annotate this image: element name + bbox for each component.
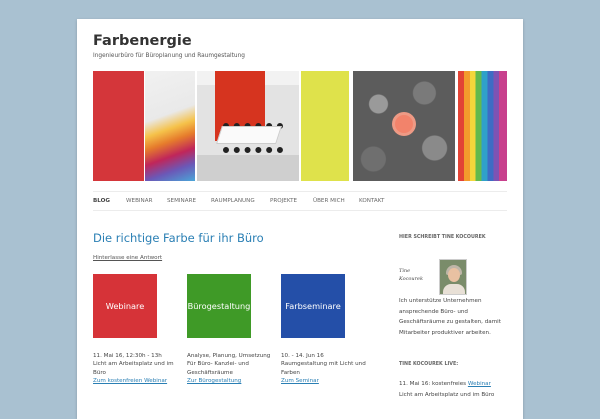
buerogestaltung-tile[interactable]: Bürogestaltung [187,274,251,338]
webinare-text-2: Büro [93,369,106,376]
nav-item-kontakt[interactable]: KONTAKT [359,198,384,204]
signature-line-1: Tine [399,268,411,274]
sidebar-live-text: 11. Mai 16: kostenfreies Webinar Licht a… [399,379,509,400]
buerogestaltung-description: Analyse, Planung, Umsetzung Für Büro- Ka… [187,352,279,386]
webinare-tile[interactable]: Webinare [93,274,157,338]
farbseminare-date: 10. - 14. Jun 16 [281,353,324,359]
banner-rainbow-wood-image [458,71,507,181]
signature-image: Tine Kocourek [399,259,435,295]
live-line-1-text: 11. Mai 16: kostenfreies [399,381,467,387]
farbseminare-description: 10. - 14. Jun 16 Raumgestaltung mit Lich… [281,352,373,386]
farbseminare-text-2: Farben [281,369,300,376]
author-photo [439,259,467,295]
banner-meeting-room-image [197,71,299,181]
nav-item-raumplanung[interactable]: RAUMPLANUNG [211,198,255,204]
buerogestaltung-text-3: Geschäftsräume [187,369,233,376]
banner-yellow-panel [301,71,349,181]
nav-item-webinar[interactable]: WEBINAR [126,198,152,204]
webinar-link[interactable]: Webinar [468,381,491,387]
webinare-date: 11. Mai 16, 12:30h - 13h [93,353,162,359]
farbseminare-tile[interactable]: Farbseminare [281,274,345,338]
sidebar-heading-live: TINE KOCOUREK LIVE: [399,362,459,367]
nav-item-projekte[interactable]: PROJEKTE [270,198,297,204]
main-navigation: BLOG WEBINAR SEMINARE RAUMPLANUNG PROJEK… [93,191,507,211]
webinare-description: 11. Mai 16, 12:30h - 13h Licht am Arbeit… [93,352,185,386]
about-line: ansprechende Büro- und [399,308,468,315]
sidebar-heading-author: HIER SCHREIBT TINE KOCOUREK [399,235,486,240]
buerogestaltung-text: Analyse, Planung, Umsetzung [187,353,271,359]
header-banner [93,71,507,181]
about-line: Ich unterstütze Unternehmen [399,298,482,304]
nav-item-seminare[interactable]: SEMINARE [167,198,196,204]
farbseminare-text: Raumgestaltung mit Licht und [281,361,366,368]
site-title[interactable]: Farbenergie [93,33,192,49]
farbseminare-tile-label: Farbseminare [285,301,341,311]
about-line: Mitarbeiter produktiver arbeiten. [399,329,491,336]
banner-color-swatches-image [145,71,195,181]
nav-item-ueber-mich[interactable]: ÜBER MICH [313,198,345,204]
signature-line-2: Kocourek [399,276,424,282]
buerogestaltung-link[interactable]: Zur Bürogestaltung [187,377,279,385]
buerogestaltung-tile-label: Bürogestaltung [187,301,251,311]
buerogestaltung-text-2: Für Büro- Kanzlei- und [187,361,249,368]
webinare-link[interactable]: Zum kostenfreien Webinar [93,377,185,385]
post-title[interactable]: Die richtige Farbe für ihr Büro [93,231,264,245]
site-tagline: Ingenieurbüro für Büroplanung und Raumge… [93,53,245,59]
webinare-tile-label: Webinare [105,301,145,311]
sidebar-about-text: Ich unterstütze Unternehmen ansprechende… [399,296,509,338]
banner-stones-flower-image [353,71,455,181]
live-line-1: 11. Mai 16: kostenfreies Webinar [399,379,509,390]
reply-link[interactable]: Hinterlasse eine Antwort [93,255,162,261]
live-line-2: Licht am Arbeitsplatz und im Büro [399,391,495,398]
webinare-text: Licht am Arbeitsplatz und im [93,361,174,368]
farbseminare-link[interactable]: Zum Seminar [281,377,373,385]
nav-item-blog[interactable]: BLOG [93,198,110,204]
page-container: Farbenergie Ingenieurbüro für Büroplanun… [77,19,523,419]
banner-red-panel [93,71,144,181]
about-line: Geschäftsräume zu gestalten, damit [399,319,501,326]
